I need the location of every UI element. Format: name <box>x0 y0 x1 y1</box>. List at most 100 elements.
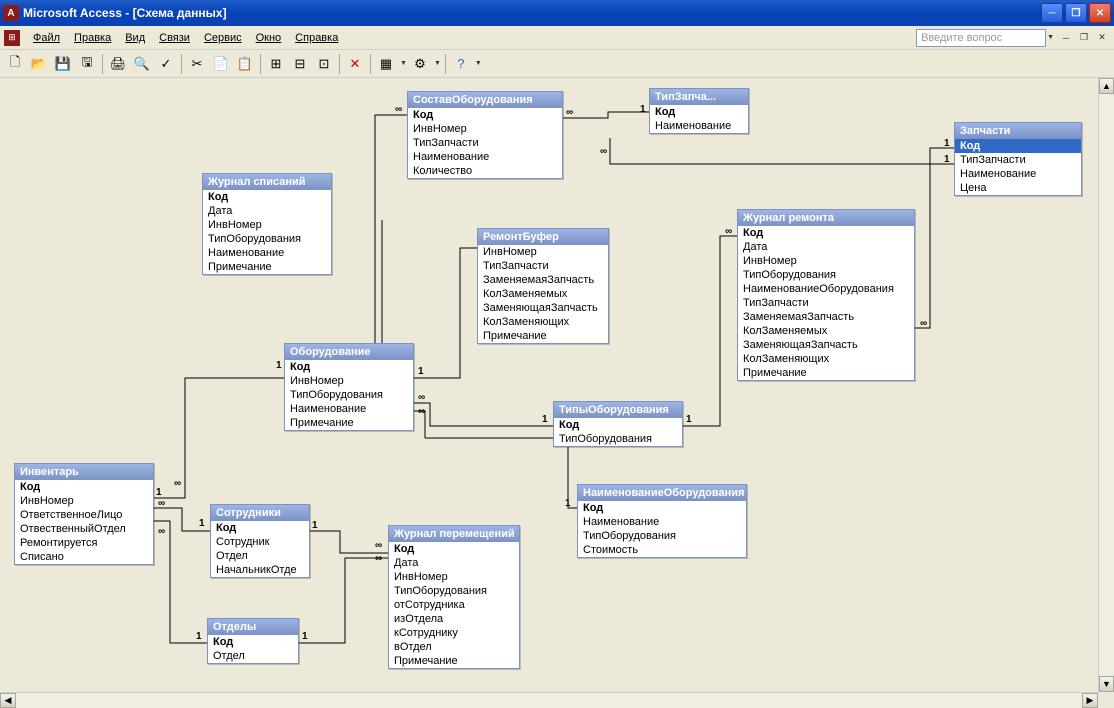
field[interactable]: ИнвНомер <box>285 374 413 388</box>
field[interactable]: КолЗаменяемых <box>738 324 914 338</box>
field[interactable]: Примечание <box>285 416 413 430</box>
paste-button[interactable]: 📋 <box>234 53 256 75</box>
saveas-button[interactable]: 🖫 <box>76 53 98 75</box>
field[interactable]: Код <box>389 542 519 556</box>
table-zhurnal_rem[interactable]: Журнал ремонтаКодДатаИнвНомерТипОборудов… <box>737 209 915 381</box>
copy-button[interactable]: 📄 <box>210 53 232 75</box>
field[interactable]: Наименование <box>955 167 1081 181</box>
doc-minimize-button[interactable]: ─ <box>1058 30 1074 45</box>
field[interactable]: КолЗаменяющих <box>478 315 608 329</box>
field[interactable]: КолЗаменяющих <box>738 352 914 366</box>
field[interactable]: Код <box>208 635 298 649</box>
table-title[interactable]: СоставОборудования <box>408 92 562 108</box>
field[interactable]: вОтдел <box>389 640 519 654</box>
field[interactable]: Количество <box>408 164 562 178</box>
table-zapchasti[interactable]: ЗапчастиКодТипЗапчастиНаименованиеЦена <box>954 122 1082 196</box>
field[interactable]: Отдел <box>208 649 298 663</box>
field[interactable]: ИнвНомер <box>203 218 331 232</box>
spell-button[interactable]: ✓ <box>155 53 177 75</box>
field[interactable]: ТипОборудования <box>203 232 331 246</box>
doc-close-button[interactable]: ✕ <box>1094 30 1110 45</box>
menu-service[interactable]: Сервис <box>197 29 249 47</box>
field[interactable]: ИнвНомер <box>478 245 608 259</box>
field[interactable]: ТипОборудования <box>554 432 682 446</box>
show-table-button[interactable]: ⊞ <box>265 53 287 75</box>
minimize-button[interactable]: ─ <box>1041 3 1063 23</box>
field[interactable]: отСотрудника <box>389 598 519 612</box>
all-rel-button[interactable]: ⊡ <box>313 53 335 75</box>
field[interactable]: Код <box>650 105 748 119</box>
field[interactable]: Примечание <box>478 329 608 343</box>
field[interactable]: Примечание <box>203 260 331 274</box>
menu-file[interactable]: Файл <box>26 29 67 47</box>
scroll-left-button[interactable]: ◀ <box>0 693 16 708</box>
relationship-canvas[interactable]: СоставОборудованияКодИнвНомерТипЗапчасти… <box>0 78 1114 692</box>
tools-button[interactable]: ⚙ <box>409 53 431 75</box>
field[interactable]: Наименование <box>285 402 413 416</box>
field[interactable]: Примечание <box>389 654 519 668</box>
field[interactable]: Сотрудник <box>211 535 309 549</box>
print-button[interactable]: 🖨 <box>107 53 129 75</box>
table-tipyoborud[interactable]: ТипыОборудованияКодТипОборудования <box>553 401 683 447</box>
field[interactable]: ЗаменяющаяЗапчасть <box>478 301 608 315</box>
field[interactable]: ОтвественныйОтдел <box>15 522 153 536</box>
table-tipzap[interactable]: ТипЗапча...КодНаименование <box>649 88 749 134</box>
scroll-track[interactable] <box>1099 94 1114 676</box>
field[interactable]: Примечание <box>738 366 914 380</box>
field[interactable]: Наименование <box>203 246 331 260</box>
field[interactable]: ИнвНомер <box>738 254 914 268</box>
field[interactable]: Код <box>578 501 746 515</box>
table-title[interactable]: НаименованиеОборудования <box>578 485 746 501</box>
table-title[interactable]: РемонтБуфер <box>478 229 608 245</box>
field[interactable]: Код <box>738 226 914 240</box>
field[interactable]: ТипОборудования <box>389 584 519 598</box>
table-title[interactable]: Запчасти <box>955 123 1081 139</box>
field[interactable]: Код <box>408 108 562 122</box>
vertical-scrollbar[interactable]: ▲ ▼ <box>1098 78 1114 692</box>
menu-help[interactable]: Справка <box>288 29 345 47</box>
table-title[interactable]: Журнал списаний <box>203 174 331 190</box>
field[interactable]: ИнвНомер <box>408 122 562 136</box>
table-inventar[interactable]: ИнвентарьКодИнвНомерОтветственноеЛицоОтв… <box>14 463 154 565</box>
table-otdely[interactable]: ОтделыКодОтдел <box>207 618 299 664</box>
scroll-track[interactable] <box>16 693 1082 708</box>
field[interactable]: ЗаменяющаяЗапчасть <box>738 338 914 352</box>
table-remontbuf[interactable]: РемонтБуферИнвНомерТипЗапчастиЗаменяемая… <box>477 228 609 344</box>
field[interactable]: Дата <box>203 204 331 218</box>
table-title[interactable]: Оборудование <box>285 344 413 360</box>
menu-window[interactable]: Окно <box>249 29 289 47</box>
help-search-input[interactable]: Введите вопрос <box>916 29 1046 47</box>
help-button[interactable]: ? <box>450 53 472 75</box>
field[interactable]: ТипОборудования <box>578 529 746 543</box>
field[interactable]: ТипОборудования <box>738 268 914 282</box>
field[interactable]: ЗаменяемаяЗапчасть <box>478 273 608 287</box>
field[interactable]: Наименование <box>578 515 746 529</box>
doc-restore-button[interactable]: ❐ <box>1076 30 1092 45</box>
table-naimob[interactable]: НаименованиеОборудованияКодНаименованиеТ… <box>577 484 747 558</box>
close-button[interactable]: ✕ <box>1089 3 1111 23</box>
table-title[interactable]: ТипыОборудования <box>554 402 682 418</box>
table-title[interactable]: Журнал ремонта <box>738 210 914 226</box>
field[interactable]: ТипЗапчасти <box>738 296 914 310</box>
field[interactable]: Код <box>554 418 682 432</box>
field[interactable]: изОтдела <box>389 612 519 626</box>
field[interactable]: Код <box>955 139 1081 153</box>
window-button[interactable]: ▦ <box>375 53 397 75</box>
table-title[interactable]: Журнал перемещений <box>389 526 519 542</box>
table-title[interactable]: Сотрудники <box>211 505 309 521</box>
field[interactable]: ТипЗапчасти <box>955 153 1081 167</box>
table-zhurnal_sp[interactable]: Журнал списанийКодДатаИнвНомерТипОборудо… <box>202 173 332 275</box>
field[interactable]: НаименованиеОборудования <box>738 282 914 296</box>
help-dropdown-icon[interactable]: ▼ <box>1046 34 1054 41</box>
field[interactable]: Ремонтируется <box>15 536 153 550</box>
table-title[interactable]: Отделы <box>208 619 298 635</box>
field[interactable]: ИнвНомер <box>389 570 519 584</box>
field[interactable]: КолЗаменяемых <box>478 287 608 301</box>
field[interactable]: Код <box>15 480 153 494</box>
field[interactable]: Наименование <box>650 119 748 133</box>
field[interactable]: Цена <box>955 181 1081 195</box>
scroll-up-button[interactable]: ▲ <box>1099 78 1114 94</box>
scroll-down-button[interactable]: ▼ <box>1099 676 1114 692</box>
field[interactable]: ТипОборудования <box>285 388 413 402</box>
field[interactable]: Наименование <box>408 150 562 164</box>
